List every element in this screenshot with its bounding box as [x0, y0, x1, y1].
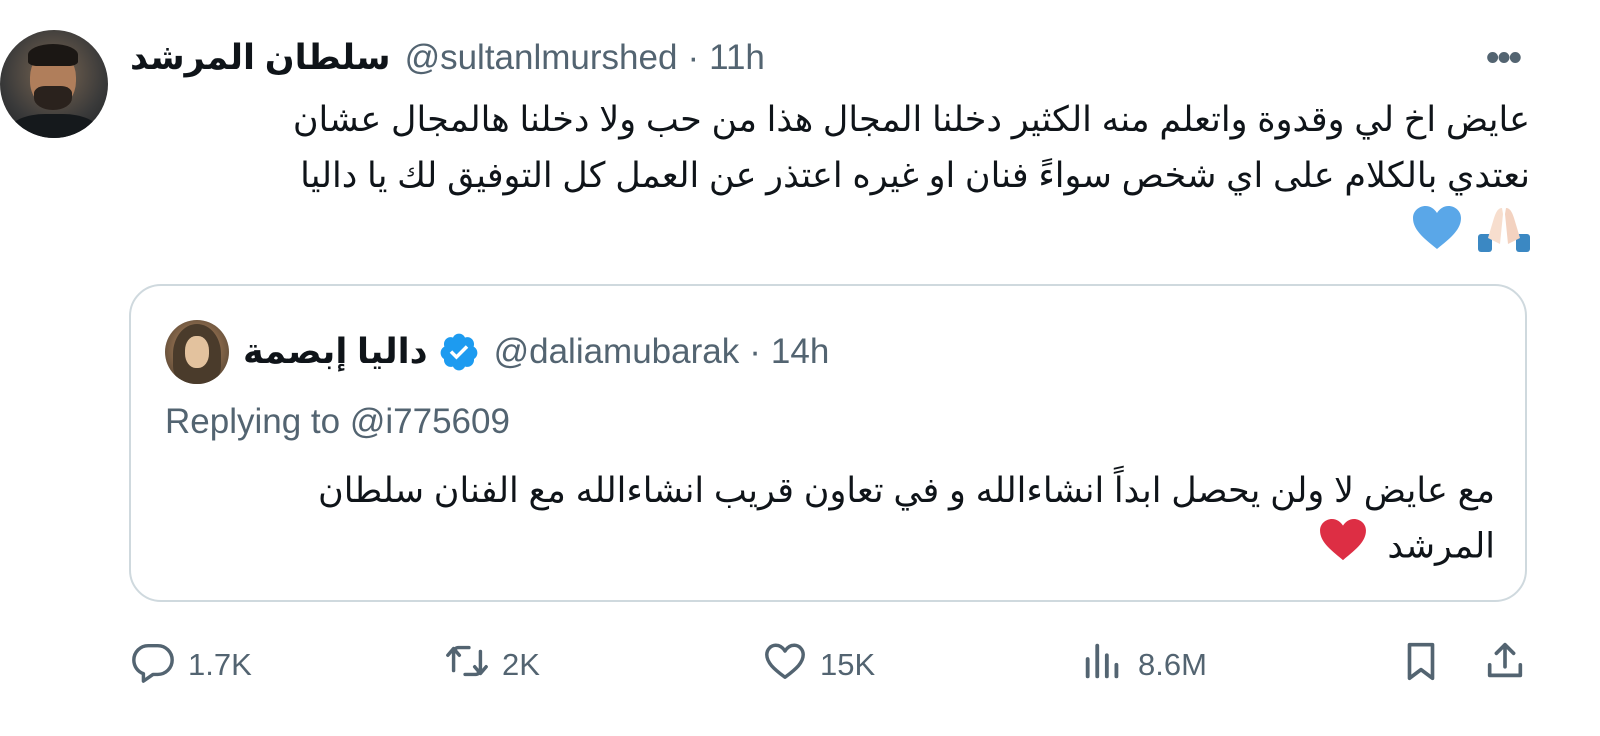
reply-icon — [130, 638, 176, 692]
bookmark-icon — [1398, 638, 1444, 692]
folded-hands-icon — [1478, 204, 1530, 269]
blue-heart-icon — [1412, 205, 1462, 268]
quoted-text-line-2: المرشد — [165, 518, 1495, 578]
tweet-actions: 1.7K 2K 15K 8.6M — [130, 640, 1530, 690]
author-display-name[interactable]: سلطان المرشد — [130, 38, 391, 78]
quoted-text-line: مع عايض لا ولن يحصل ابداً انشاءالله و في… — [318, 471, 1495, 510]
tweet-text-line: عايض اخ لي وقدوة واتعلم منه الكثير دخلنا… — [292, 100, 1530, 139]
retweet-button[interactable]: 2K — [444, 640, 540, 690]
retweet-count: 2K — [502, 647, 540, 682]
verified-badge-icon — [438, 331, 480, 373]
more-options-icon[interactable]: ••• — [1478, 37, 1528, 79]
replying-to: Replying to @i775609 — [165, 402, 510, 442]
bookmark-button[interactable] — [1398, 640, 1444, 690]
tweet[interactable]: سلطان المرشد @sultanlmurshed · 11h ••• ع… — [0, 0, 1600, 736]
reply-count: 1.7K — [188, 647, 252, 682]
replying-to-label: Replying to — [165, 402, 341, 441]
analytics-icon — [1080, 638, 1126, 692]
author-avatar[interactable] — [0, 30, 108, 138]
tweet-text-line: نعتدي بالكلام على اي شخص سواءً فنان او غ… — [300, 156, 1530, 195]
red-heart-icon — [1318, 518, 1368, 578]
retweet-icon — [444, 638, 490, 692]
quoted-author-display-name[interactable]: داليا إبصمة — [243, 332, 428, 372]
tweet-text: عايض اخ لي وقدوة واتعلم منه الكثير دخلنا… — [130, 92, 1530, 264]
heart-icon — [762, 638, 808, 692]
quoted-author-avatar[interactable] — [165, 320, 229, 384]
like-button[interactable]: 15K — [762, 640, 875, 690]
quoted-tweet-timestamp[interactable]: 14h — [771, 332, 829, 372]
replying-to-mention[interactable]: @i775609 — [350, 402, 510, 441]
like-count: 15K — [820, 647, 876, 682]
quoted-author-handle[interactable]: @daliamubarak — [494, 332, 740, 372]
tweet-header: سلطان المرشد @sultanlmurshed · 11h — [130, 38, 765, 78]
tweet-emoji-line — [130, 204, 1530, 264]
separator-dot: · — [687, 38, 700, 77]
separator-dot: · — [749, 332, 761, 371]
quoted-tweet-text: مع عايض لا ولن يحصل ابداً انشاءالله و في… — [165, 464, 1495, 578]
views-count: 8.6M — [1138, 647, 1207, 682]
quoted-tweet[interactable]: داليا إبصمة @daliamubarak · 14h Replying… — [129, 284, 1527, 602]
author-handle[interactable]: @sultanlmurshed — [405, 38, 678, 78]
tweet-timestamp[interactable]: 11h — [709, 38, 765, 78]
quoted-text-word: المرشد — [1387, 526, 1495, 566]
quoted-tweet-header: داليا إبصمة @daliamubarak · 14h — [243, 330, 829, 374]
share-button[interactable] — [1482, 640, 1528, 690]
share-icon — [1482, 638, 1528, 692]
views-button[interactable]: 8.6M — [1080, 640, 1207, 690]
reply-button[interactable]: 1.7K — [130, 640, 252, 690]
